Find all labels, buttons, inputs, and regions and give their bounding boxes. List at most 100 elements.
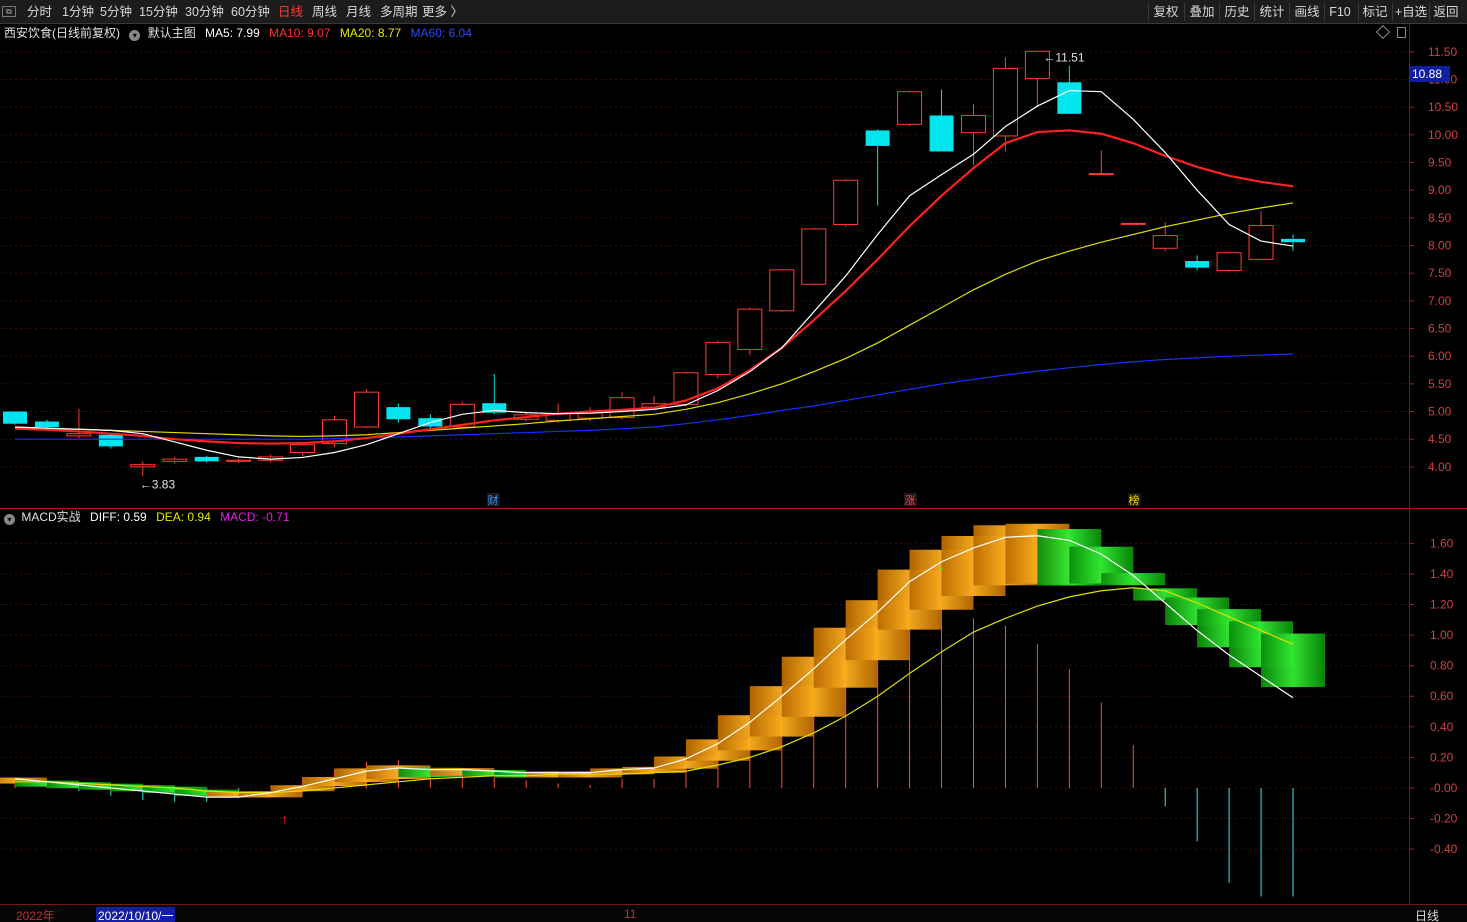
period-tab-10[interactable]: 更多 〉	[422, 4, 463, 21]
period-tab-2[interactable]: 5分钟	[100, 4, 132, 21]
candle-body	[66, 433, 92, 437]
period-tab-0[interactable]: 分时	[27, 4, 52, 21]
period-indicator[interactable]: 日线	[1415, 907, 1439, 922]
toolbar-action-4[interactable]: 画线	[1291, 3, 1323, 21]
macd-axis-label: 1.60	[1430, 536, 1454, 550]
period-tab-7[interactable]: 周线	[312, 4, 337, 21]
price-axis-label: 6.00	[1428, 349, 1452, 363]
candle	[705, 340, 731, 379]
price-axis-label: 8.50	[1428, 211, 1452, 225]
candle	[386, 403, 411, 423]
candle	[1248, 211, 1274, 260]
macd-axis-label: 0.20	[1430, 750, 1454, 764]
candle	[897, 90, 923, 126]
period-toolbar: ⧉ 分时 1分钟 5分钟 15分钟 30分钟 60分钟 日线 周线 月线 多周期 更多 〉 复权 叠加…	[0, 0, 1467, 24]
candle-body	[897, 91, 923, 125]
toolbar-action-1[interactable]: 叠加	[1186, 3, 1218, 21]
price-axis-label: 4.00	[1428, 460, 1452, 474]
candle-body	[34, 421, 59, 428]
period-tab-6[interactable]: 日线	[278, 4, 303, 21]
candle-body	[386, 407, 411, 420]
price-chart[interactable]: 11.5011.0010.5010.009.509.008.508.007.50…	[0, 24, 1467, 508]
date-bar: 2022年 2022/10/10/一 11 日线	[0, 904, 1467, 922]
candle	[1120, 222, 1146, 225]
candle	[801, 227, 827, 286]
high-price-label: ←11.51	[1043, 50, 1084, 64]
macd-axis-label: 0.40	[1430, 720, 1454, 734]
candle	[1185, 255, 1210, 271]
toolbar-action-5[interactable]: F10	[1326, 3, 1354, 21]
toolbar-action-2[interactable]: 历史	[1221, 3, 1253, 21]
macd-axis-label: -0.00	[1430, 781, 1458, 795]
price-axis-label: 11.50	[1428, 45, 1457, 59]
period-tab-3[interactable]: 15分钟	[139, 4, 178, 21]
candle-body	[833, 179, 859, 225]
period-tab-9[interactable]: 多周期	[380, 4, 418, 21]
candle	[1088, 150, 1114, 176]
buy-arrow-icon: ↑	[281, 811, 288, 827]
macd-axis-label: 1.20	[1430, 598, 1454, 612]
candle	[3, 411, 27, 425]
candle	[162, 456, 188, 464]
toolbar-separator	[1429, 3, 1430, 21]
low-price-label: ←3.83	[140, 477, 176, 491]
candle-body	[1152, 235, 1178, 249]
price-axis-label: 6.50	[1428, 322, 1452, 336]
candle-body	[769, 269, 795, 312]
candle-body	[1185, 261, 1210, 268]
candle-body	[98, 434, 123, 447]
candle-body	[705, 341, 731, 375]
candle-body	[609, 397, 635, 419]
macd-axis-label: -0.40	[1430, 842, 1458, 856]
current-date-label: 2022/10/10/一	[96, 907, 176, 922]
candle-body	[737, 308, 763, 351]
candle-body	[290, 444, 316, 453]
axis-border	[1409, 24, 1410, 904]
window-restore-icon[interactable]: ⧉	[2, 6, 16, 17]
toolbar-action-3[interactable]: 统计	[1256, 3, 1288, 21]
candle-body	[1120, 222, 1146, 225]
current-price-tag: 10.88	[1410, 66, 1450, 82]
candle	[929, 89, 954, 152]
price-axis-label: 7.50	[1428, 266, 1452, 280]
period-tab-8[interactable]: 月线	[346, 4, 371, 21]
toolbar-separator	[1184, 3, 1185, 21]
toolbar-separator	[1254, 3, 1255, 21]
macd-axis-label: 0.60	[1430, 689, 1454, 703]
price-axis-label: 4.50	[1428, 432, 1452, 446]
macd-axis-label: 1.40	[1430, 567, 1454, 581]
candle	[1216, 252, 1242, 272]
candle-body	[865, 130, 890, 146]
toolbar-action-6[interactable]: 标记	[1360, 3, 1390, 21]
candle	[226, 458, 252, 463]
candle	[865, 129, 890, 206]
candle	[353, 389, 379, 429]
macd-chart[interactable]: 1.60 1.40 1.20 1.00 0.80 0.60 0.40 0.20 -0.00 -0.…	[0, 508, 1467, 904]
macd-energy-block	[1261, 633, 1325, 688]
toolbar-action-0[interactable]: 复权	[1150, 3, 1182, 21]
toolbar-separator	[1324, 3, 1325, 21]
toolbar-separator	[1358, 3, 1359, 21]
macd-axis-label: -0.20	[1430, 812, 1458, 826]
toolbar-action-7[interactable]: +自选	[1394, 3, 1428, 21]
period-tab-4[interactable]: 30分钟	[185, 4, 224, 21]
candle-body	[1216, 252, 1242, 271]
toolbar-separator	[1148, 3, 1149, 21]
candle	[1057, 65, 1082, 114]
candle-body	[961, 114, 986, 134]
candle	[992, 57, 1018, 152]
period-tab-1[interactable]: 1分钟	[62, 4, 94, 21]
candle	[769, 268, 795, 312]
price-axis-label: 10.00	[1428, 128, 1458, 142]
candle	[130, 461, 156, 477]
event-mark: 榜	[1129, 493, 1140, 507]
candle	[98, 433, 123, 449]
candle	[833, 179, 859, 227]
candle-body	[801, 228, 827, 285]
candle-body	[1057, 82, 1082, 114]
candle	[737, 307, 763, 356]
price-axis-label: 8.00	[1428, 239, 1452, 253]
period-tab-5[interactable]: 60分钟	[231, 4, 270, 21]
toolbar-separator	[1289, 3, 1290, 21]
toolbar-action-8[interactable]: 返回	[1431, 3, 1461, 21]
